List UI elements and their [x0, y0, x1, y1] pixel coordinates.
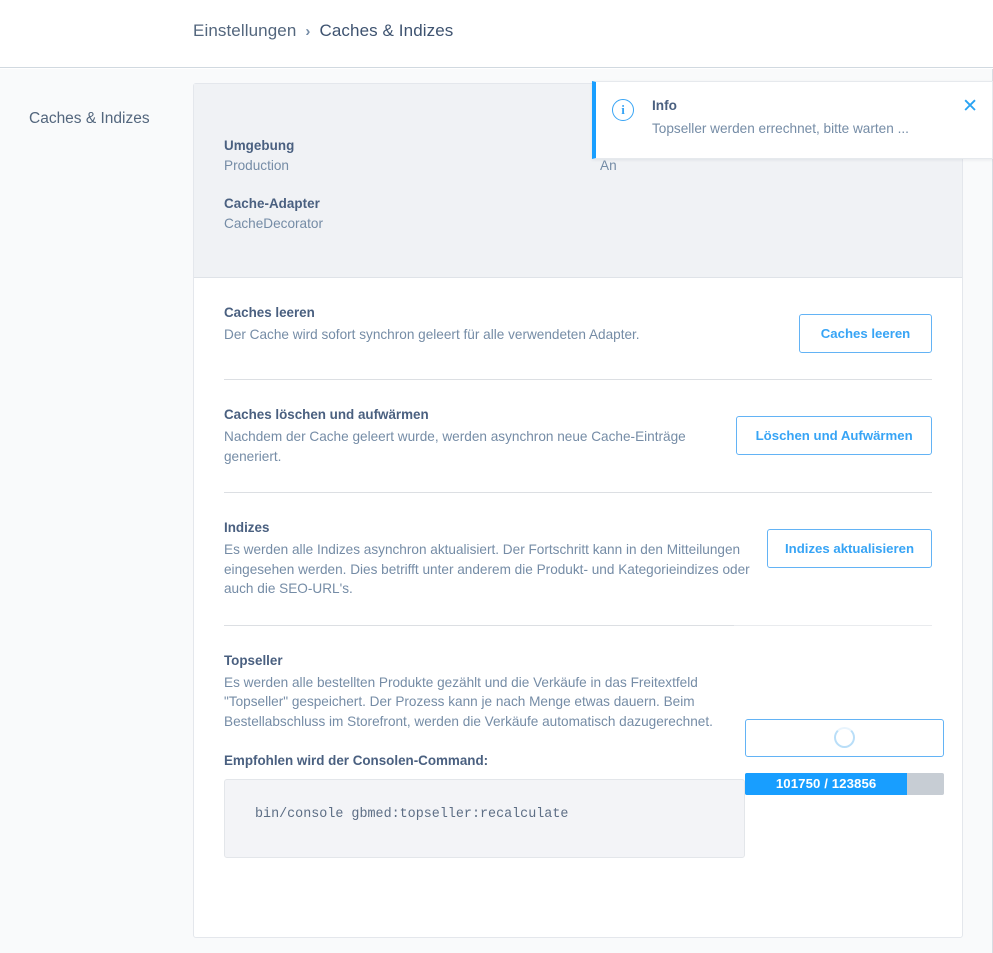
field-cache-adapter: Cache-Adapter CacheDecorator [224, 196, 962, 231]
indizes-aktualisieren-button[interactable]: Indizes aktualisieren [767, 529, 932, 569]
row-indizes-text: Indizes Es werden alle Indizes asynchron… [224, 520, 767, 599]
info-notification: i Info Topseller werden errechnet, bitte… [592, 81, 993, 159]
settings-card: Umgebung Production Cache-Adapter CacheD… [193, 83, 963, 938]
topseller-command-box: bin/console gbmed:topseller:recalculate [224, 778, 745, 858]
notification-message: Topseller werden errechnet, bitte warten… [652, 121, 909, 136]
notification-body: Info Topseller werden errechnet, bitte w… [652, 98, 909, 158]
row-caches-leeren: Caches leeren Der Cache wird sofort sync… [194, 278, 962, 353]
field-umgebung-value: Production [224, 158, 289, 173]
row-caches-loeschen-desc: Nachdem der Cache geleert wurde, werden … [224, 429, 686, 464]
row-caches-leeren-text: Caches leeren Der Cache wird sofort sync… [224, 305, 640, 345]
row-caches-leeren-desc: Der Cache wird sofort synchron geleert f… [224, 327, 640, 342]
chevron-right-icon: › [305, 22, 311, 40]
topseller-desc: Es werden alle bestellten Produkte gezäh… [224, 674, 713, 729]
smart-bar: Einstellungen › Caches & Indizes [0, 0, 993, 68]
field-cache-adapter-value: CacheDecorator [224, 216, 323, 231]
topseller-controls: 101750 / 123856 [745, 653, 944, 858]
caches-leeren-button[interactable]: Caches leeren [799, 314, 932, 353]
row-indizes: Indizes Es werden alle Indizes asynchron… [194, 493, 962, 599]
row-caches-leeren-title: Caches leeren [224, 305, 315, 320]
page-content: Caches & Indizes Umgebung Production Cac… [0, 69, 993, 953]
card-body: Caches leeren Der Cache wird sofort sync… [194, 278, 962, 858]
app-root: Einstellungen › Caches & Indizes Caches … [0, 0, 993, 953]
row-topseller: Topseller Es werden alle bestellten Prod… [194, 626, 962, 858]
notification-title: Info [652, 98, 677, 113]
topseller-recalculate-button[interactable] [745, 718, 944, 757]
topseller-command-text: bin/console gbmed:topseller:recalculate [255, 806, 569, 822]
topseller-text: Topseller Es werden alle bestellten Prod… [224, 653, 745, 858]
loading-spinner-icon [834, 727, 855, 749]
row-indizes-desc: Es werden alle Indizes asynchron aktuali… [224, 542, 750, 597]
topseller-title: Topseller [224, 652, 283, 668]
breadcrumb: Einstellungen › Caches & Indizes [193, 21, 453, 41]
field-cache-adapter-label: Cache-Adapter [224, 196, 320, 211]
breadcrumb-parent[interactable]: Einstellungen [193, 21, 296, 41]
page-title: Caches & Indizes [29, 110, 150, 127]
row-caches-loeschen-title: Caches löschen und aufwärmen [224, 407, 429, 422]
topseller-progress-bar: 101750 / 123856 [745, 772, 944, 795]
row-indizes-title: Indizes [224, 520, 270, 536]
close-icon[interactable]: ✕ [962, 97, 978, 116]
topseller-command-label: Empfohlen wird der Consolen-Command: [224, 752, 489, 768]
loeschen-und-aufwaermen-button[interactable]: Löschen und Aufwärmen [736, 416, 932, 455]
topseller-progress-label: 101750 / 123856 [775, 776, 877, 792]
info-circle-icon: i [612, 99, 634, 121]
row-caches-loeschen-text: Caches löschen und aufwärmen Nachdem der… [224, 407, 736, 466]
field-secondary-value: An [600, 158, 617, 173]
breadcrumb-current: Caches & Indizes [319, 21, 454, 40]
row-caches-loeschen-aufwaermen: Caches löschen und aufwärmen Nachdem der… [194, 380, 962, 466]
